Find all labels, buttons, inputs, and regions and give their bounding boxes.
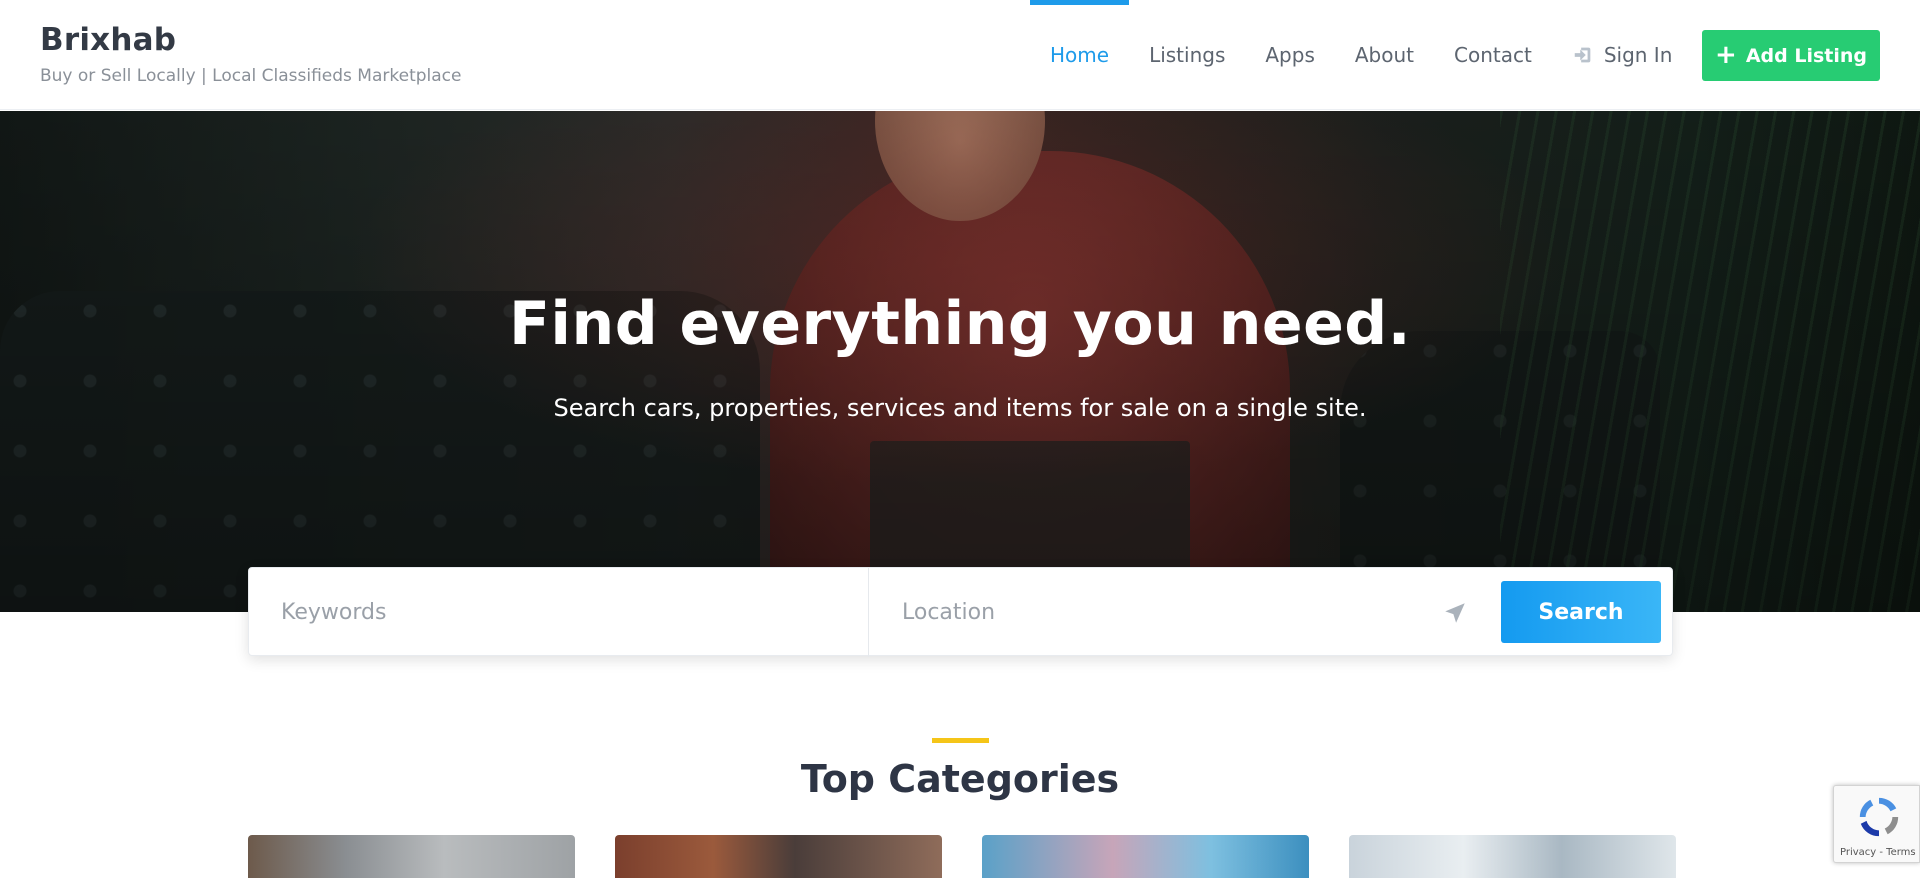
- hero-subtitle: Search cars, properties, services and it…: [553, 394, 1367, 422]
- add-listing-label: Add Listing: [1745, 44, 1867, 67]
- recaptcha-badge[interactable]: Privacy - Terms: [1833, 785, 1920, 863]
- site-header: Brixhab Buy or Sell Locally | Local Clas…: [0, 0, 1920, 110]
- nav-item-contact-label: Contact: [1454, 43, 1532, 67]
- site-logo-title[interactable]: Brixhab: [40, 22, 461, 58]
- keywords-input[interactable]: [249, 600, 868, 625]
- category-card[interactable]: [248, 835, 575, 878]
- nav-item-home[interactable]: Home: [1029, 0, 1130, 110]
- category-card[interactable]: [982, 835, 1309, 878]
- category-card[interactable]: [1349, 835, 1676, 878]
- nav-item-about-label: About: [1354, 43, 1415, 67]
- location-arrow-icon[interactable]: [1442, 600, 1468, 626]
- nav-item-contact[interactable]: Contact: [1454, 0, 1532, 110]
- nav-item-about[interactable]: About: [1355, 0, 1414, 110]
- add-listing-button[interactable]: + Add Listing: [1702, 30, 1880, 81]
- recaptcha-icon: [1859, 797, 1899, 837]
- search-button[interactable]: Search: [1501, 581, 1661, 643]
- sign-in-link[interactable]: Sign In: [1572, 0, 1673, 110]
- keywords-field-wrapper: [249, 568, 869, 657]
- nav-item-home-label: Home: [1050, 43, 1110, 67]
- hero-overlay: [0, 111, 1920, 612]
- nav-item-listings[interactable]: Listings: [1149, 0, 1225, 110]
- section-accent-line: [932, 738, 989, 743]
- nav-item-apps-label: Apps: [1265, 43, 1315, 67]
- hero-banner: Find everything you need. Search cars, p…: [0, 111, 1920, 612]
- location-input[interactable]: [870, 600, 1490, 625]
- search-bar: Search: [248, 567, 1673, 657]
- nav-item-listings-label: Listings: [1149, 43, 1226, 67]
- hero-title: Find everything you need.: [508, 289, 1412, 359]
- sign-in-icon: [1574, 47, 1591, 63]
- location-field-wrapper: [870, 568, 1490, 657]
- category-cards: [248, 835, 1676, 878]
- plus-icon: +: [1715, 39, 1737, 70]
- top-categories-title: Top Categories: [800, 757, 1120, 801]
- main-nav: Home Listings Apps About Contact Sign In: [1029, 0, 1712, 110]
- category-card[interactable]: [615, 835, 942, 878]
- site-tagline: Buy or Sell Locally | Local Classifieds …: [40, 66, 462, 86]
- sign-in-label: Sign In: [1603, 43, 1673, 67]
- nav-item-apps[interactable]: Apps: [1265, 0, 1315, 110]
- brand[interactable]: Brixhab Buy or Sell Locally | Local Clas…: [40, 22, 461, 86]
- search-button-label: Search: [1538, 599, 1624, 625]
- recaptcha-terms[interactable]: Privacy - Terms: [1840, 847, 1916, 858]
